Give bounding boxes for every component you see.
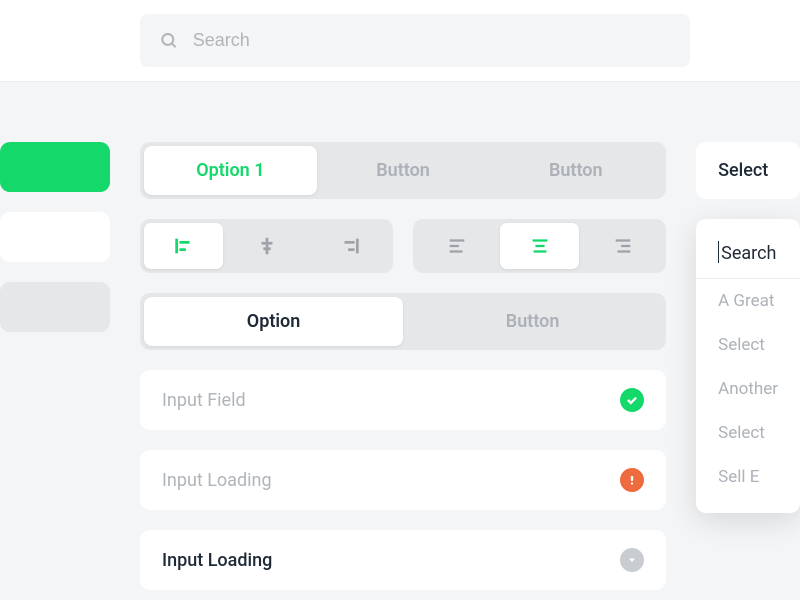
segment-button[interactable]: Button [489, 146, 662, 195]
segment-button[interactable]: Button [317, 146, 490, 195]
text-center-icon [529, 235, 551, 257]
tool-row [140, 219, 666, 273]
text-right-icon [612, 235, 634, 257]
input-label: Input Field [162, 390, 246, 411]
dropdown-item[interactable]: A Great [696, 279, 800, 323]
text-left-icon [446, 235, 468, 257]
segment-button[interactable]: Button [403, 297, 662, 346]
search-icon [160, 31, 179, 51]
alert-icon [620, 468, 644, 492]
text-left-button[interactable] [417, 223, 496, 269]
text-align-group [413, 219, 666, 273]
text-right-button[interactable] [583, 223, 662, 269]
search-input[interactable] [193, 30, 670, 51]
main-column: Option 1 Button Button [140, 142, 666, 590]
input-label: Input Loading [162, 550, 272, 571]
select-box[interactable]: Select [696, 142, 800, 199]
search-input-container[interactable] [140, 14, 690, 67]
align-right-icon [339, 235, 361, 257]
dropdown-panel: Search A Great Select Another Select Sel… [696, 219, 800, 513]
check-icon [620, 388, 644, 412]
dropdown-search[interactable]: Search [696, 233, 800, 279]
dropdown-item[interactable]: Sell E [696, 455, 800, 499]
dropdown-item[interactable]: Select [696, 323, 800, 367]
align-right-button[interactable] [310, 223, 389, 269]
align-center-button[interactable] [227, 223, 306, 269]
sidebar-pill[interactable] [0, 282, 110, 332]
align-group-1 [140, 219, 393, 273]
topbar [0, 0, 800, 82]
segmented-control-2: Option Button [140, 293, 666, 350]
text-center-button[interactable] [500, 223, 579, 269]
align-left-icon [173, 235, 195, 257]
dropdown-item[interactable]: Another [696, 367, 800, 411]
align-left-button[interactable] [144, 223, 223, 269]
input-field-valid[interactable]: Input Field [140, 370, 666, 430]
input-field-loading[interactable]: Input Loading [140, 450, 666, 510]
chevron-down-icon [620, 548, 644, 572]
align-center-icon [256, 235, 278, 257]
segment-option[interactable]: Option [144, 297, 403, 346]
sidebar-pill-active[interactable] [0, 142, 110, 192]
input-field-dropdown[interactable]: Input Loading [140, 530, 666, 590]
input-label: Input Loading [162, 470, 272, 491]
sidebar [0, 142, 110, 590]
right-column: Select Search A Great Select Another Sel… [696, 142, 800, 590]
segment-option1[interactable]: Option 1 [144, 146, 317, 195]
dropdown-item[interactable]: Select [696, 411, 800, 455]
segmented-control-1: Option 1 Button Button [140, 142, 666, 199]
sidebar-pill[interactable] [0, 212, 110, 262]
